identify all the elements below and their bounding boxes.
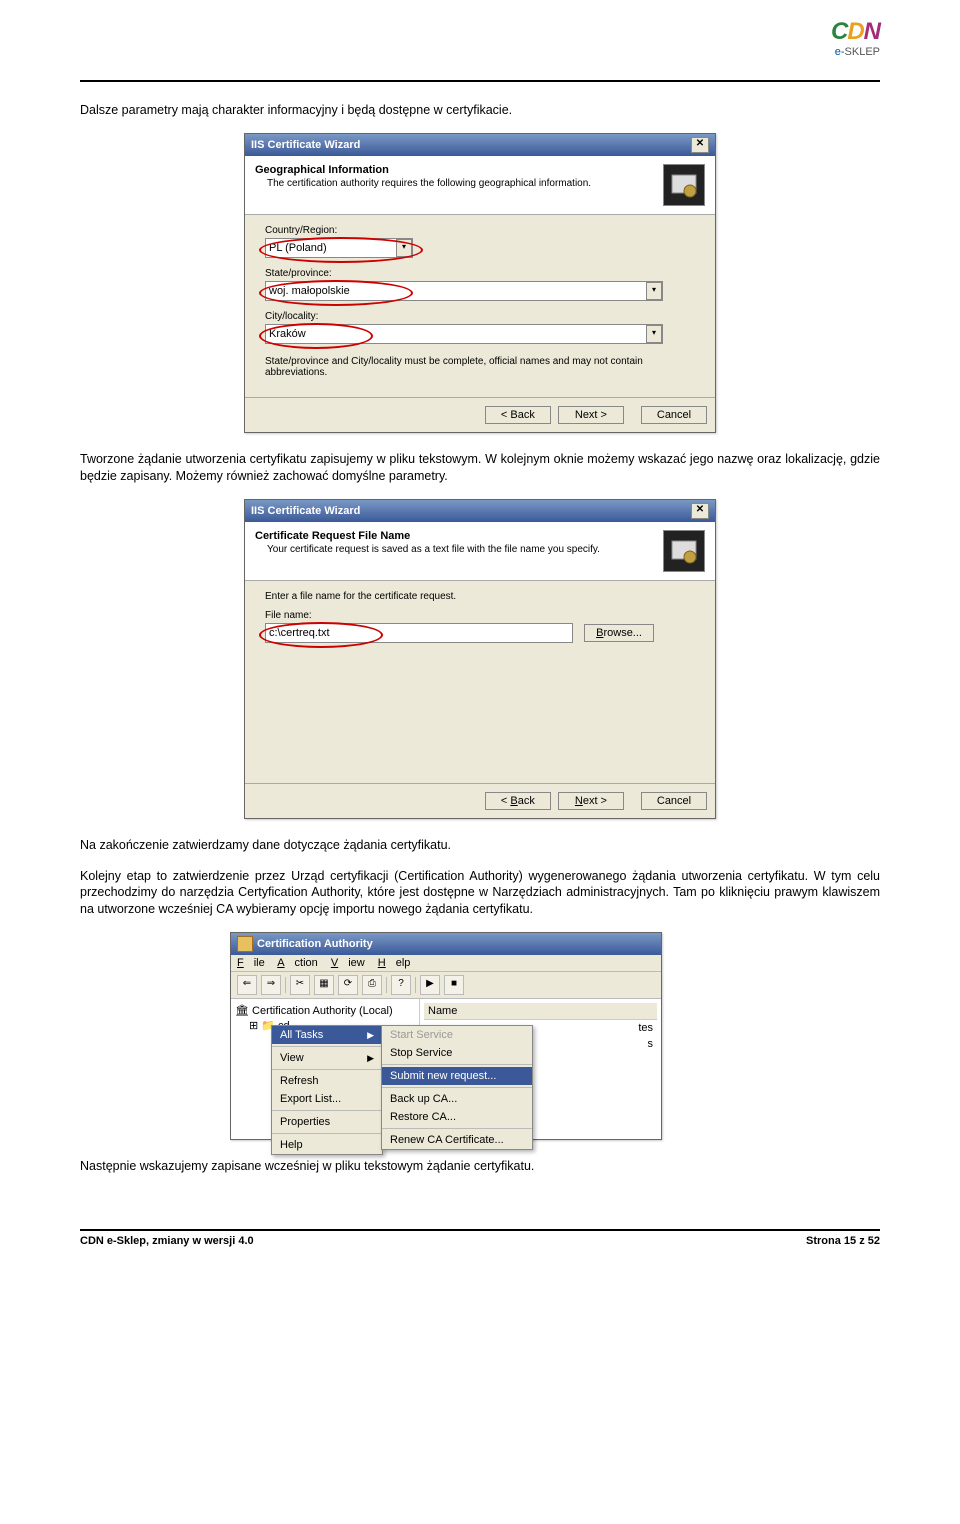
logo: CDN e-SKLEP bbox=[831, 18, 880, 58]
cancel-button[interactable]: Cancel bbox=[641, 792, 707, 810]
close-icon[interactable]: ✕ bbox=[691, 137, 709, 153]
submenu-start: Start Service bbox=[382, 1026, 532, 1044]
browse-button[interactable]: Browse... bbox=[584, 624, 654, 642]
menu-action[interactable]: Action bbox=[277, 957, 318, 969]
city-field[interactable] bbox=[265, 324, 663, 344]
ca-body: 🏛 Certification Authority (Local) ⊞ 📁 cd… bbox=[231, 999, 661, 1139]
footer-left: CDN e-Sklep, zmiany w wersji 4.0 bbox=[80, 1235, 254, 1247]
country-field[interactable] bbox=[265, 238, 413, 258]
help-icon[interactable]: ? bbox=[391, 975, 411, 995]
certificate-icon bbox=[663, 164, 705, 206]
state-field[interactable] bbox=[265, 281, 663, 301]
next-button[interactable]: Next > bbox=[558, 792, 624, 810]
cancel-button[interactable]: Cancel bbox=[641, 406, 707, 424]
next-button[interactable]: Next > bbox=[558, 406, 624, 424]
file-name-label: File name: bbox=[265, 610, 695, 621]
chevron-down-icon[interactable]: ▾ bbox=[646, 282, 662, 300]
ca-titlebar: Certification Authority bbox=[231, 933, 661, 955]
paragraph-1: Dalsze parametry mają charakter informac… bbox=[80, 102, 880, 119]
footer-right: Strona 15 z 52 bbox=[806, 1235, 880, 1247]
properties-icon[interactable]: ▦ bbox=[314, 975, 334, 995]
certificate-icon bbox=[663, 530, 705, 572]
logo-text: CDN bbox=[831, 18, 880, 46]
chevron-down-icon[interactable]: ▾ bbox=[646, 325, 662, 343]
chevron-down-icon[interactable]: ▾ bbox=[396, 239, 412, 257]
file-name-field[interactable] bbox=[265, 623, 573, 643]
close-icon[interactable]: ✕ bbox=[691, 503, 709, 519]
menu-refresh[interactable]: Refresh bbox=[272, 1072, 382, 1090]
back-icon[interactable]: ⇐ bbox=[237, 975, 257, 995]
ca-window: Certification Authority File Action View… bbox=[230, 932, 662, 1140]
ca-app-icon bbox=[237, 936, 253, 952]
submenu-renew[interactable]: Renew CA Certificate... bbox=[382, 1131, 532, 1149]
paragraph-4: Kolejny etap to zatwierdzenie przez Urzą… bbox=[80, 868, 880, 919]
context-menu: All Tasks▶ View▶ Refresh Export List... … bbox=[271, 1025, 383, 1155]
wizard-title-text: IIS Certificate Wizard bbox=[251, 139, 360, 151]
menu-all-tasks[interactable]: All Tasks▶ bbox=[272, 1026, 382, 1044]
wizard-desc: The certification authority requires the… bbox=[267, 178, 655, 189]
export-icon[interactable]: ⎙ bbox=[362, 975, 382, 995]
city-label: City/locality: bbox=[265, 311, 695, 322]
menu-properties[interactable]: Properties bbox=[272, 1113, 382, 1131]
submenu-backup[interactable]: Back up CA... bbox=[382, 1090, 532, 1108]
wizard-title-text: IIS Certificate Wizard bbox=[251, 505, 360, 517]
ca-title-text: Certification Authority bbox=[257, 938, 373, 950]
refresh-icon[interactable]: ⟳ bbox=[338, 975, 358, 995]
menu-file[interactable]: File bbox=[237, 957, 265, 969]
menu-view[interactable]: View bbox=[331, 957, 365, 969]
wizard-desc: Your certificate request is saved as a t… bbox=[267, 544, 655, 555]
wizard-titlebar: IIS Certificate Wizard ✕ bbox=[245, 134, 715, 156]
enter-file-label: Enter a file name for the certificate re… bbox=[265, 591, 695, 602]
page-footer: CDN e-Sklep, zmiany w wersji 4.0 Strona … bbox=[0, 1235, 960, 1267]
paragraph-5: Następnie wskazujemy zapisane wcześniej … bbox=[80, 1158, 880, 1175]
menu-view[interactable]: View▶ bbox=[272, 1049, 382, 1067]
logo-subtext: e-SKLEP bbox=[831, 46, 880, 58]
footer-divider bbox=[80, 1229, 880, 1231]
header-divider bbox=[80, 80, 880, 82]
wizard-file-name: IIS Certificate Wizard ✕ Certificate Req… bbox=[244, 499, 716, 819]
forward-icon[interactable]: ⇒ bbox=[261, 975, 281, 995]
wizard-heading: Geographical Information bbox=[255, 164, 655, 176]
wizard-header: Certificate Request File Name Your certi… bbox=[245, 522, 715, 581]
submenu-restore[interactable]: Restore CA... bbox=[382, 1108, 532, 1126]
paragraph-3: Na zakończenie zatwierdzamy dane dotyczą… bbox=[80, 837, 880, 854]
state-label: State/province: bbox=[265, 268, 695, 279]
wizard-heading: Certificate Request File Name bbox=[255, 530, 655, 542]
wizard-header: Geographical Information The certificati… bbox=[245, 156, 715, 215]
ca-menubar: File Action View Help bbox=[231, 955, 661, 972]
submenu-submit[interactable]: Submit new request... bbox=[382, 1067, 532, 1085]
submenu-stop[interactable]: Stop Service bbox=[382, 1044, 532, 1062]
menu-help[interactable]: Help bbox=[272, 1136, 382, 1154]
country-label: Country/Region: bbox=[265, 225, 695, 236]
cut-icon[interactable]: ✂ bbox=[290, 975, 310, 995]
menu-help[interactable]: Help bbox=[378, 957, 411, 969]
paragraph-2: Tworzone żądanie utworzenia certyfikatu … bbox=[80, 451, 880, 485]
play-icon[interactable]: ▶ bbox=[420, 975, 440, 995]
menu-export[interactable]: Export List... bbox=[272, 1090, 382, 1108]
back-button[interactable]: < Back bbox=[485, 406, 551, 424]
wizard-note: State/province and City/locality must be… bbox=[265, 356, 695, 378]
back-button[interactable]: < Back bbox=[485, 792, 551, 810]
list-header-name[interactable]: Name bbox=[424, 1003, 657, 1020]
ca-toolbar: ⇐ ⇒ ✂ ▦ ⟳ ⎙ ? ▶ ■ bbox=[231, 972, 661, 999]
wizard-geo-info: IIS Certificate Wizard ✕ Geographical In… bbox=[244, 133, 716, 433]
stop-icon[interactable]: ■ bbox=[444, 975, 464, 995]
wizard-titlebar: IIS Certificate Wizard ✕ bbox=[245, 500, 715, 522]
submenu-all-tasks: Start Service Stop Service Submit new re… bbox=[381, 1025, 533, 1150]
tree-root[interactable]: 🏛 Certification Authority (Local) bbox=[235, 1003, 415, 1018]
